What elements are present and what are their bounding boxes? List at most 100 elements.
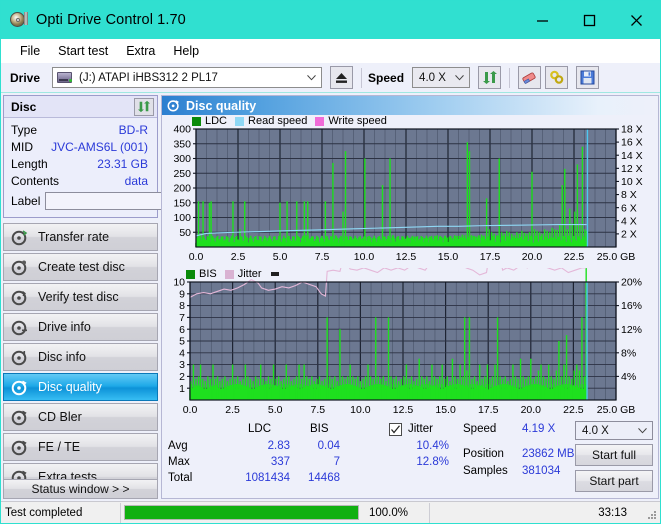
refresh-icon <box>137 100 151 113</box>
pane-title: Disc quality <box>186 98 257 113</box>
speed-label: Speed <box>368 70 405 85</box>
svg-text:15.0: 15.0 <box>438 251 459 263</box>
sidebar-item-verify-test-disc[interactable]: Verify test disc <box>3 283 158 311</box>
sidebar-item-disc-quality[interactable]: Disc quality <box>3 373 158 401</box>
disc-refresh-button[interactable] <box>134 97 154 116</box>
bis-chart-legend: BIS Jitter <box>186 268 279 280</box>
legend-marker-icon <box>270 272 279 276</box>
svg-text:25.0 GB: 25.0 GB <box>597 404 636 416</box>
status-bar: Test completed 100.0% 33:13 <box>1 501 660 523</box>
chevron-down-icon <box>455 74 464 80</box>
svg-text:400: 400 <box>173 124 191 136</box>
maximize-icon[interactable] <box>566 1 613 39</box>
sidebar-item-label: FE / TE <box>38 440 81 454</box>
test-speed-select[interactable]: 4.0 X <box>575 421 653 440</box>
save-button[interactable] <box>576 66 600 89</box>
svg-text:2: 2 <box>179 371 185 383</box>
svg-text:0.0: 0.0 <box>189 251 204 263</box>
speed-select[interactable]: 4.0 X <box>412 67 471 88</box>
drive-icon <box>56 70 74 85</box>
svg-text:8: 8 <box>179 300 185 312</box>
menu-start-test[interactable]: Start test <box>49 42 117 60</box>
disc-row-length: Length 23.31 GB <box>4 155 157 172</box>
svg-text:200: 200 <box>173 183 191 195</box>
stats-ldc-avg: 2.83 <box>267 440 290 452</box>
disc-row-key: Contents <box>11 173 60 188</box>
sidebar-item-label: Transfer rate <box>38 230 110 244</box>
svg-text:4%: 4% <box>621 371 636 383</box>
disc-quality-icon <box>167 100 179 112</box>
refresh-button[interactable] <box>478 66 502 89</box>
save-icon <box>580 70 595 85</box>
disc-rows: Type BD-R MID JVC-AMS6L (001) Length 23.… <box>4 118 247 217</box>
drive-select[interactable]: (J:) ATAPI iHBS312 2 PL17 <box>52 67 323 88</box>
legend-label-read-speed: Read speed <box>248 115 308 127</box>
svg-text:0.0: 0.0 <box>183 404 198 416</box>
status-window-button[interactable]: Status window > > <box>3 479 158 499</box>
menu-help[interactable]: Help <box>164 42 208 60</box>
status-window-label: Status window > > <box>31 482 130 496</box>
legend-label-bis: BIS <box>199 268 217 280</box>
svg-text:7.5: 7.5 <box>310 404 325 416</box>
sidebar-item-transfer-rate[interactable]: Transfer rate <box>3 223 158 251</box>
stats-ldc-total: 1081434 <box>245 472 290 484</box>
jitter-checkbox[interactable] <box>389 423 402 436</box>
progress-bar <box>124 505 359 520</box>
disc-fete-icon <box>11 440 27 455</box>
stats-jitter-max: 12.8% <box>416 456 449 468</box>
menu-extra[interactable]: Extra <box>117 42 164 60</box>
svg-text:12 X: 12 X <box>621 163 643 175</box>
window-title: Opti Drive Control 1.70 <box>36 12 186 28</box>
sidebar-item-label: Disc info <box>38 350 86 364</box>
stats-ldc-max: 337 <box>270 456 290 468</box>
svg-text:150: 150 <box>173 197 191 209</box>
svg-text:2 X: 2 X <box>621 228 637 240</box>
sidebar-item-drive-info[interactable]: Drive info <box>3 313 158 341</box>
svg-text:5.0: 5.0 <box>273 251 288 263</box>
stats-panel: LDC BIS Avg Max Total 2.83 337 1081434 0… <box>162 420 658 498</box>
samples-stat-label: Samples <box>463 465 508 477</box>
pane-header: Disc quality <box>162 96 658 115</box>
start-full-label: Start full <box>591 448 636 462</box>
close-icon[interactable] <box>613 1 660 39</box>
eject-button[interactable] <box>330 66 354 89</box>
position-stat-value: 23862 MB <box>522 448 575 460</box>
chain-button[interactable] <box>545 66 569 89</box>
disc-create-icon <box>11 260 27 275</box>
svg-text:17.5: 17.5 <box>480 251 501 263</box>
chain-icon <box>549 70 563 84</box>
menu-file[interactable]: File <box>11 42 49 60</box>
eraser-icon <box>522 72 536 85</box>
eject-icon <box>336 72 348 83</box>
stats-row-label-total: Total <box>168 472 193 484</box>
start-full-button[interactable]: Start full <box>575 444 653 466</box>
eraser-button[interactable] <box>518 66 542 89</box>
legend-label-jitter: Jitter <box>237 268 262 280</box>
sidebar-item-label: Verify test disc <box>38 290 119 304</box>
jitter-label: Jitter <box>408 423 433 435</box>
nav-list: Transfer rate Create test disc Verify te… <box>3 223 158 491</box>
sidebar-item-fe-te[interactable]: FE / TE <box>3 433 158 461</box>
status-message: Test completed <box>5 506 83 519</box>
disc-row-value: data <box>124 173 148 188</box>
sidebar-item-create-test-disc[interactable]: Create test disc <box>3 253 158 281</box>
start-part-button[interactable]: Start part <box>575 470 653 492</box>
resize-grip-icon[interactable] <box>647 510 657 520</box>
bis-chart-canvas: 12345678910 4% 8% 12% 16% 20% 0.0 2.5 5.0 7.5 10.0… <box>173 268 642 416</box>
svg-text:9: 9 <box>179 288 185 300</box>
disc-row-contents: Contents data <box>4 172 157 189</box>
disc-row-key: Type <box>11 122 38 137</box>
disc-row-value: BD-R <box>118 122 148 137</box>
minimize-icon[interactable] <box>519 1 566 39</box>
svg-text:7: 7 <box>179 312 185 324</box>
stats-row-label-max: Max <box>168 456 190 468</box>
sidebar-item-cd-bler[interactable]: CD Bler <box>3 403 158 431</box>
elapsed-time: 33:13 <box>598 506 627 519</box>
start-part-label: Start part <box>589 474 639 488</box>
svg-text:6 X: 6 X <box>621 202 637 214</box>
sidebar-item-disc-info[interactable]: Disc info <box>3 343 158 371</box>
svg-text:7.5: 7.5 <box>315 251 330 263</box>
disc-row-value: JVC-AMS6L (001) <box>51 139 148 154</box>
svg-text:10: 10 <box>173 277 185 289</box>
title-bar: Opti Drive Control 1.70 <box>1 1 660 39</box>
